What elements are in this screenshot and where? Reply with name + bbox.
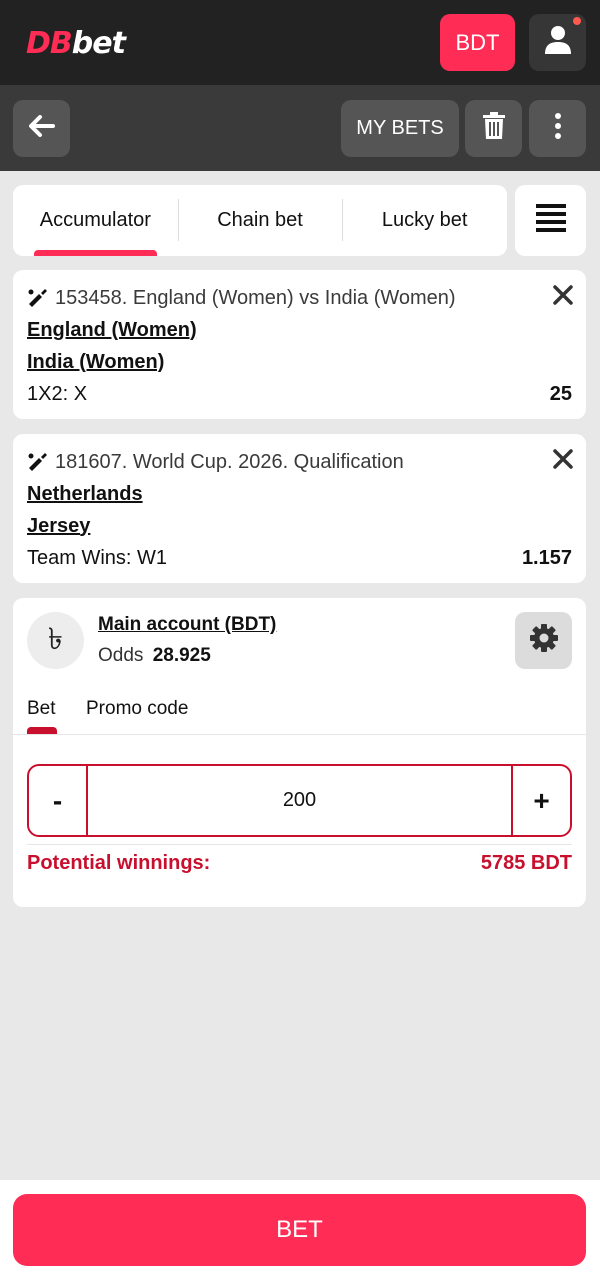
cricket-icon — [27, 287, 49, 309]
team-link[interactable]: India (Women) — [27, 351, 164, 374]
event-title: 153458. England (Women) vs India (Women) — [55, 286, 456, 309]
account-name-link[interactable]: Main account (BDT) — [98, 614, 276, 636]
hamburger-icon — [535, 204, 566, 237]
stake-subtabs: Bet Promo code — [13, 695, 586, 735]
taka-currency-icon: ৳ — [27, 612, 84, 669]
back-button[interactable] — [13, 100, 70, 157]
bet-type-tabs: Accumulator Chain bet Lucky bet — [13, 185, 507, 256]
potential-winnings-row: Potential winnings: 5785 BDT — [27, 852, 572, 875]
trash-icon — [482, 112, 506, 145]
bet-types-menu-button[interactable] — [515, 185, 586, 256]
profile-button[interactable] — [529, 14, 586, 71]
odds-label: Odds — [98, 645, 144, 666]
market-row: Team Wins: W1 1.157 — [27, 542, 572, 574]
logo-part-db: DB — [26, 25, 73, 61]
tab-accumulator[interactable]: Accumulator — [13, 185, 178, 256]
market-label: Team Wins: W1 — [27, 546, 168, 569]
potential-winnings-label: Potential winnings: — [27, 852, 211, 874]
bottom-bar: BET — [0, 1180, 600, 1280]
more-options-button[interactable] — [529, 100, 586, 157]
my-bets-button[interactable]: MY BETS — [341, 100, 459, 157]
event-line: 153458. England (Women) vs India (Women) — [27, 282, 572, 314]
settings-button[interactable] — [515, 612, 572, 669]
tab-bet[interactable]: Bet — [27, 698, 56, 720]
team-row: England (Women) — [27, 314, 572, 346]
team-link[interactable]: Netherlands — [27, 483, 143, 506]
market-row: 1X2: X 25 — [27, 378, 572, 410]
stake-stepper: - 200 + — [27, 764, 572, 837]
odds-value: 28.925 — [152, 645, 211, 666]
odd-value: 25 — [549, 382, 572, 405]
event-title: 181607. World Cup. 2026. Qualification — [55, 450, 404, 473]
account-stake-card: ৳ Main account (BDT) Odds 28.925 Bet Pro… — [13, 598, 586, 907]
active-tab-indicator — [27, 727, 57, 734]
tab-promo-code[interactable]: Promo code — [86, 698, 188, 720]
cricket-icon — [27, 451, 49, 473]
divider — [27, 844, 572, 845]
tab-lucky-bet[interactable]: Lucky bet — [342, 185, 507, 256]
close-icon[interactable] — [552, 284, 574, 306]
notification-dot — [573, 17, 581, 25]
market-label: 1X2: X — [27, 382, 88, 405]
logo-part-bet: bet — [71, 25, 126, 61]
odd-value: 1.157 — [521, 546, 572, 569]
event-line: 181607. World Cup. 2026. Qualification — [27, 446, 572, 478]
dbbet-logo[interactable]: DB bet — [26, 24, 126, 62]
gear-icon — [529, 623, 559, 658]
decrease-stake-button[interactable]: - — [29, 766, 88, 835]
stake-input[interactable]: 200 — [88, 766, 511, 835]
bet-selection-card: 181607. World Cup. 2026. Qualification N… — [13, 434, 586, 583]
team-row: India (Women) — [27, 346, 572, 378]
team-row: Jersey — [27, 510, 572, 542]
place-bet-button[interactable]: BET — [13, 1194, 586, 1266]
team-link[interactable]: England (Women) — [27, 319, 197, 342]
bet-selection-card: 153458. England (Women) vs India (Women)… — [13, 270, 586, 419]
bet-slip-toolbar: MY BETS — [0, 85, 600, 171]
vertical-dots-icon — [554, 112, 562, 145]
delete-button[interactable] — [465, 100, 522, 157]
potential-winnings-value: 5785 BDT — [480, 852, 572, 874]
close-icon[interactable] — [552, 448, 574, 470]
team-row: Netherlands — [27, 478, 572, 510]
currency-button[interactable]: BDT — [440, 14, 515, 71]
user-icon — [544, 25, 572, 60]
top-header: DB bet BDT — [0, 0, 600, 85]
arrow-left-icon — [28, 115, 55, 142]
total-odds: Odds 28.925 — [98, 645, 211, 667]
tab-chain-bet[interactable]: Chain bet — [177, 185, 343, 256]
increase-stake-button[interactable]: + — [511, 766, 570, 835]
team-link[interactable]: Jersey — [27, 515, 90, 538]
